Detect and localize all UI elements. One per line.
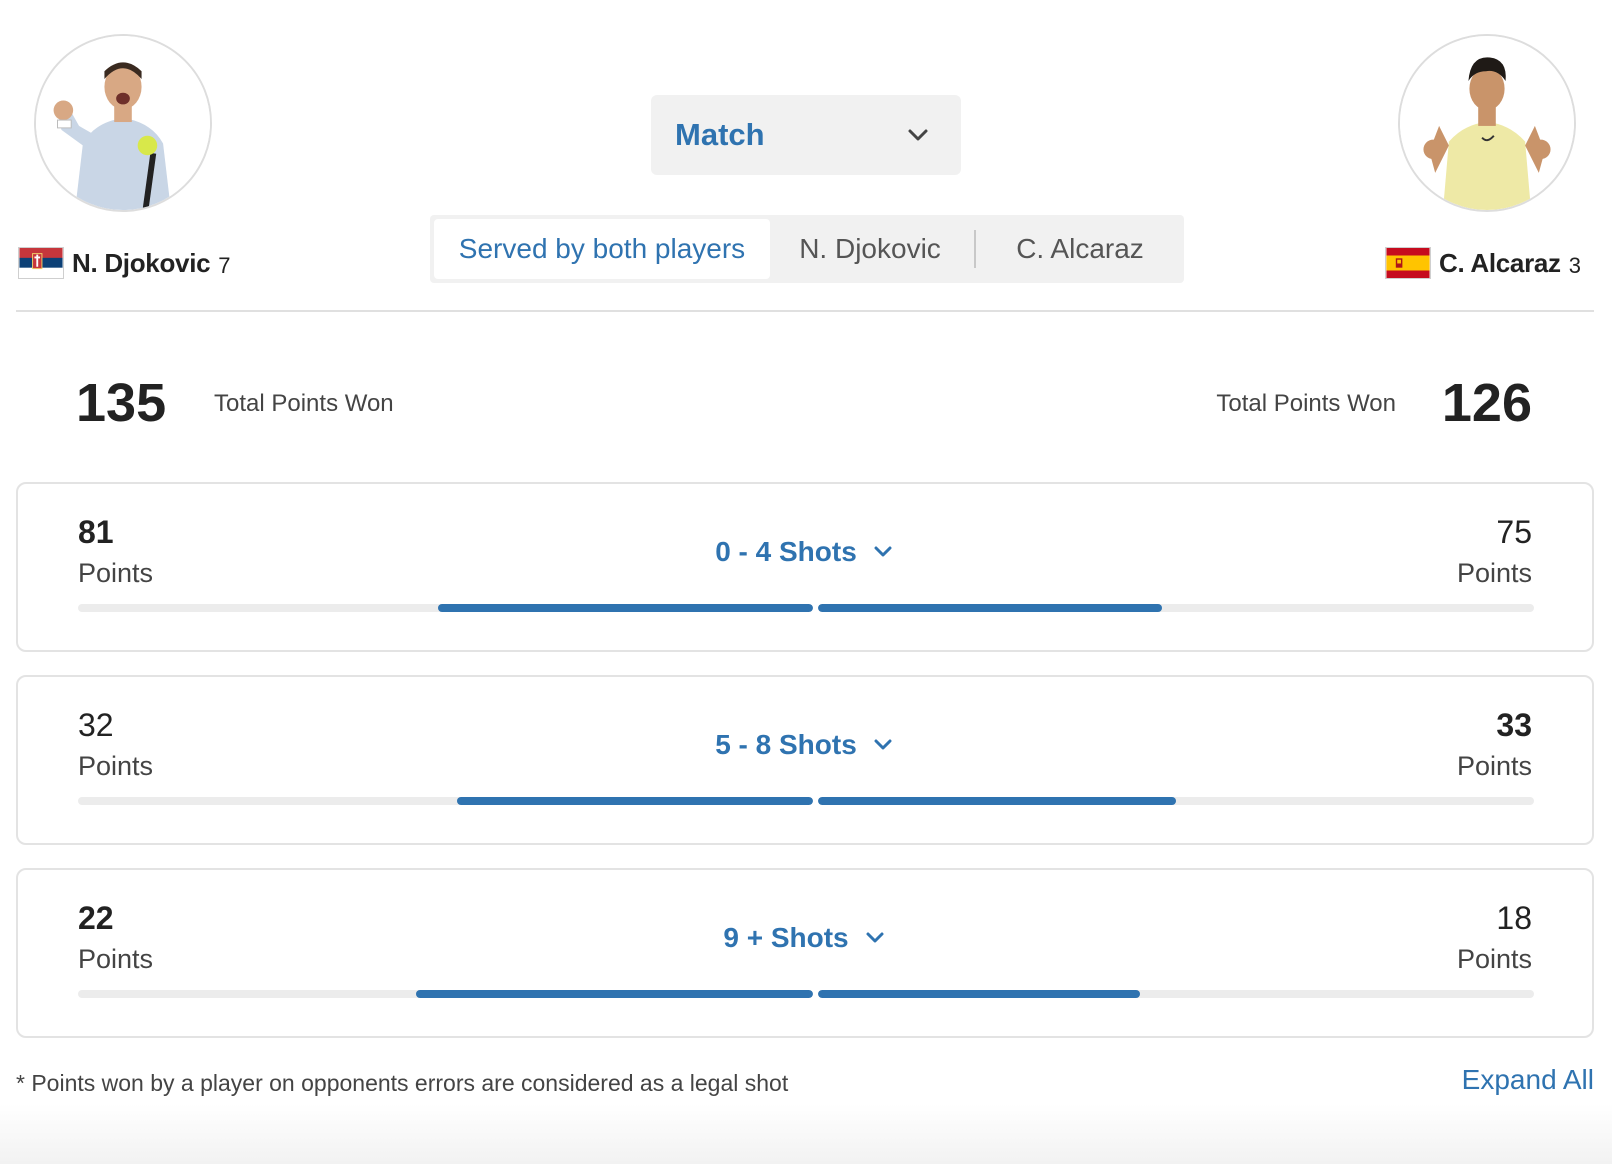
chevron-down-icon [908,129,928,141]
right-points-bar-fill [818,604,1162,612]
right-total-label: Total Points Won [1216,390,1396,417]
rally-stat-card: 22 Points 9 + Shots 18 Points [16,868,1594,1038]
left-total-points: 135 [76,373,167,433]
right-points-value: 33 [1496,707,1532,743]
right-points-bar [818,797,1534,805]
period-select-value: Match [675,117,765,152]
player-photo-icon [36,36,210,210]
right-player-seed: 3 [1568,253,1582,278]
left-points-bar [78,990,813,998]
header-divider [16,310,1594,312]
left-player-seed: 7 [218,253,231,278]
right-points-label: Points [1456,558,1532,588]
left-total-label: Total Points Won [214,390,394,417]
footnote: * Points won by a player on opponents er… [16,1070,789,1096]
left-points-bar [78,797,813,805]
tab-divider [974,230,976,268]
left-points-bar-fill [438,604,813,612]
bottom-fade [0,1104,1612,1164]
rally-stat-card: 32 Points 5 - 8 Shots 33 Points [16,675,1594,845]
rally-length-title: 5 - 8 Shots [715,729,857,760]
rally-stat-card: 81 Points 0 - 4 Shots 75 Points [16,482,1594,652]
chevron-down-icon [866,932,884,943]
rally-length-title: 0 - 4 Shots [715,536,857,567]
rally-length-title: 9 + Shots [723,922,849,953]
rally-length-toggle[interactable]: 0 - 4 Shots [18,536,1592,568]
tab-served-by-both[interactable]: Served by both players [434,219,770,279]
right-points-label: Points [1456,751,1532,781]
chevron-down-icon [874,739,892,750]
right-points-value: 18 [1496,900,1532,936]
period-select[interactable]: Match [651,95,961,175]
right-player-header: C. Alcaraz 3 [1385,244,1581,282]
right-points-value: 75 [1496,514,1532,550]
spain-flag-icon [1385,247,1431,279]
left-points-bar-fill [456,797,813,805]
serbia-flag-icon [18,247,64,279]
right-points-bar [818,604,1534,612]
player-photo-icon [1400,36,1574,210]
left-player-name: N. Djokovic [72,247,211,278]
tab-alcaraz[interactable]: C. Alcaraz [980,219,1180,279]
djokovic-avatar [34,34,212,212]
left-points-bar-fill [416,990,813,998]
rally-length-toggle[interactable]: 9 + Shots [18,922,1592,954]
right-points-bar [818,990,1534,998]
right-points-bar-fill [818,990,1141,998]
right-points-bar-fill [818,797,1176,805]
expand-all-link[interactable]: Expand All [1462,1064,1594,1096]
left-points-bar [78,604,813,612]
right-points-label: Points [1456,944,1532,974]
tab-djokovic[interactable]: N. Djokovic [770,219,970,279]
right-total-points: 126 [1441,373,1532,433]
right-player-name: C. Alcaraz [1439,247,1561,278]
serve-filter-tabs: Served by both players N. Djokovic C. Al… [430,215,1184,283]
left-player-header: N. Djokovic 7 [18,244,231,282]
chevron-down-icon [874,546,892,557]
alcaraz-avatar [1398,34,1576,212]
rally-length-toggle[interactable]: 5 - 8 Shots [18,729,1592,761]
